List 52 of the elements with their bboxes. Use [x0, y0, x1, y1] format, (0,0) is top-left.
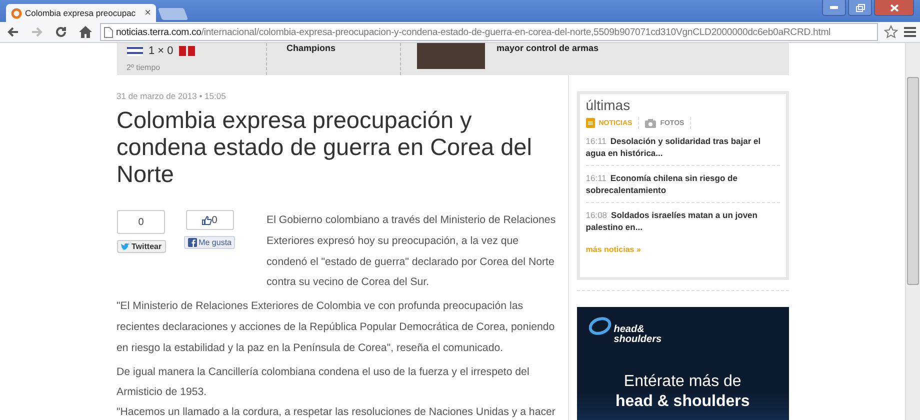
flag-icon: [126, 46, 142, 56]
ad-text: head & shoulders: [614, 393, 751, 411]
minimize-icon: [830, 6, 838, 9]
close-window-button[interactable]: [874, 0, 914, 16]
flag-icon: [179, 46, 196, 56]
scrollbar[interactable]: [905, 43, 920, 420]
tab-title: Colombia expresa preocupac: [25, 8, 137, 18]
close-icon: [890, 4, 898, 12]
paragraph: "Hacemos un llamado a la cordura, a respetar las resoluciones de Naciones Unidas y a hacer: [116, 406, 556, 418]
article-date: 31 de marzo de 2013 • 15:05: [116, 91, 227, 101]
home-icon: [78, 26, 92, 38]
address-bar[interactable]: noticias.terra.com.co/internacional/colombia-expresa-preocupacion-y-condena-estado-de-guerra-en-corea-del-norte,5509b907071cd310VgnCLD2000000dc6eb0aRCRD.html: [100, 23, 878, 41]
photo-placeholder: [416, 43, 484, 69]
share-count: 0: [117, 210, 166, 234]
minimize-button[interactable]: [822, 0, 846, 16]
scrollbar-thumb[interactable]: [907, 77, 919, 285]
bird-icon: [120, 242, 130, 250]
share-button[interactable]: Twittear: [116, 240, 166, 253]
news-link[interactable]: 16:11 Desolación y solidaridad tras bajar el agua en histórica...: [586, 129, 780, 166]
panel-title: últimas: [586, 97, 632, 113]
close-tab-button[interactable]: ×: [144, 7, 151, 19]
document-icon: [586, 118, 595, 128]
advertisement-banner[interactable]: head& shoulders Entérate más de head & shoulders: [576, 307, 788, 420]
restore-button[interactable]: [848, 0, 872, 16]
share-button[interactable]: Me gusta: [184, 236, 236, 249]
url-text: noticias.terra.com.co/internacional/colombia-expresa-preocupacion-y-condena-estado-de-guerra-en-corea-del-norte,5509b907071cd310VgnCLD2000000dc6eb0aRCRD.html: [116, 26, 831, 38]
thumbs-up-icon: [202, 216, 212, 224]
paragraph: El Gobierno colombiano a través del Ministerio de Relaciones Exteriores expresó hoy su preocupación, a la vez que condenó el "estado de guerra" declarado por Corea del Norte contra su vecino de Corea del Sur.: [266, 213, 557, 290]
ad-logo-text: head& shoulders: [614, 325, 662, 345]
ad-text: Entérate más de: [622, 373, 742, 391]
page-icon: [104, 26, 113, 38]
camera-icon: [645, 118, 656, 128]
article-title: Colombia expresa preocupación y condena estado de guerra en Corea del Norte: [116, 107, 533, 188]
headline-link[interactable]: mayor control de armas: [496, 43, 599, 53]
restore-icon: [856, 4, 864, 12]
match-period: 2º tiempo: [126, 63, 162, 72]
headline-link[interactable]: Champions: [286, 43, 336, 53]
paragraph: "El Ministerio de Relaciones Exteriores de Colombia ve con profunda preocupación las recientes declaraciones y acciones de la República Popular Democrática de Corea, poniendo en riesgo la estabilidad y la paz en la Península de Corea", reseña el comunicado.: [116, 299, 556, 356]
facebook-icon: [188, 238, 197, 247]
menu-icon[interactable]: [904, 27, 916, 37]
news-link[interactable]: 16:11 Economía chilena sin riesgo de sobrecalentamiento: [586, 166, 780, 203]
paragraph: De igual manera la Cancillería colombiana condena el uso de la fuerza y el irrespeto del Armisticio de 1953.: [116, 364, 530, 400]
browser-tab[interactable]: Colombia expresa preocupac ×: [6, 4, 156, 22]
share-count: 0: [186, 210, 234, 230]
reload-icon: [55, 26, 67, 38]
match-score: 1 × 0: [148, 45, 174, 57]
star-icon[interactable]: [884, 25, 898, 39]
logo-swirl-icon: [588, 317, 613, 335]
site-icon: [11, 8, 22, 18]
back-arrow-icon: [7, 26, 19, 38]
forward-arrow-icon: [31, 26, 43, 38]
news-link[interactable]: 16:08 Soldados israelíes matan a un joven palestino en...: [586, 203, 780, 239]
